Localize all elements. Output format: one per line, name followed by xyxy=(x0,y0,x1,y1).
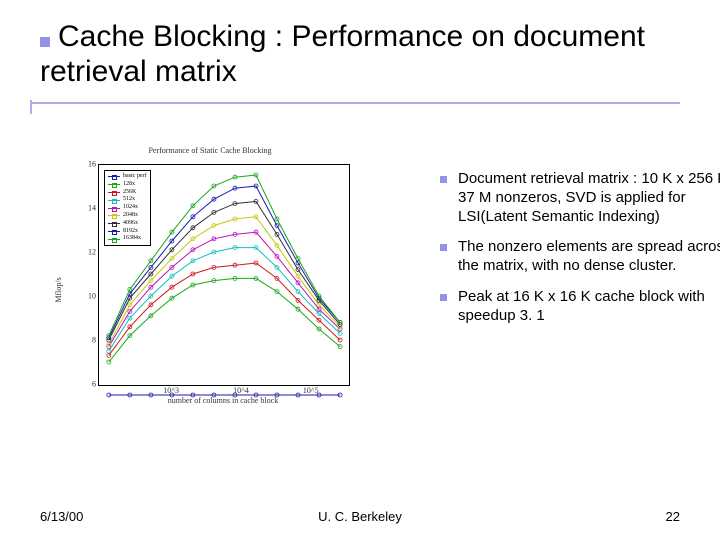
legend-swatch xyxy=(108,192,120,193)
y-tick: 14 xyxy=(84,204,96,213)
legend-row: 2048x xyxy=(108,212,147,220)
bullet-item: Document retrieval matrix : 10 K x 256 K… xyxy=(440,170,720,226)
bullet-item: Peak at 16 K x 16 K cache block with spe… xyxy=(440,288,720,326)
plot: Performance of Static Cache Blocking Mfl… xyxy=(60,160,360,420)
legend-label: 1024x xyxy=(123,204,138,212)
legend-swatch xyxy=(108,176,120,177)
legend-swatch xyxy=(108,215,120,216)
footer-affiliation: U. C. Berkeley xyxy=(0,509,720,524)
legend-swatch xyxy=(108,231,120,232)
y-tick: 10 xyxy=(84,292,96,301)
legend-label: 512x xyxy=(123,196,135,204)
legend-row: 4096x xyxy=(108,220,147,228)
title-block: Cache Blocking : Performance on document… xyxy=(40,20,680,89)
legend-row: 128x xyxy=(108,181,147,189)
legend-row: basic perf xyxy=(108,173,147,181)
legend-label: 256K xyxy=(123,189,136,197)
x-tick: 10^3 xyxy=(163,386,179,395)
x-tick: 10^4 xyxy=(233,386,249,395)
legend-label: 8192x xyxy=(123,228,138,236)
y-tick: 16 xyxy=(84,160,96,169)
y-tick: 12 xyxy=(84,248,96,257)
bullet-item: The nonzero elements are spread across t… xyxy=(440,238,720,276)
legend-row: 8192x xyxy=(108,228,147,236)
title-tick xyxy=(30,100,32,114)
legend-swatch xyxy=(108,184,120,185)
legend-swatch xyxy=(108,239,120,240)
y-axis-label: Mflop/s xyxy=(54,277,63,302)
title-bullet-icon xyxy=(40,37,50,47)
legend-row: 256K xyxy=(108,189,147,197)
x-axis-label: number of columns in cache block xyxy=(98,396,348,405)
legend-row: 1024x xyxy=(108,204,147,212)
legend-label: 16384x xyxy=(123,235,141,243)
legend-label: 2048x xyxy=(123,212,138,220)
footer-page-number: 22 xyxy=(666,509,680,524)
legend-swatch xyxy=(108,208,120,209)
x-tick: 10^5 xyxy=(303,386,319,395)
legend-label: basic perf xyxy=(123,173,147,181)
slide: Cache Blocking : Performance on document… xyxy=(0,0,720,540)
legend-row: 512x xyxy=(108,196,147,204)
legend-row: 16384x xyxy=(108,235,147,243)
chart-title: Performance of Static Cache Blocking xyxy=(60,146,360,155)
legend: basic perf128x256K512x1024x2048x4096x819… xyxy=(104,170,151,246)
y-tick: 6 xyxy=(84,380,96,389)
legend-label: 128x xyxy=(123,181,135,189)
slide-title: Cache Blocking : Performance on document… xyxy=(40,20,645,88)
y-tick: 8 xyxy=(84,336,96,345)
bullet-list: Document retrieval matrix : 10 K x 256 K… xyxy=(400,170,720,337)
chart: Performance of Static Cache Blocking Mfl… xyxy=(60,160,360,420)
legend-swatch xyxy=(108,223,120,224)
legend-swatch xyxy=(108,200,120,201)
title-underline xyxy=(30,102,680,104)
legend-label: 4096x xyxy=(123,220,138,228)
